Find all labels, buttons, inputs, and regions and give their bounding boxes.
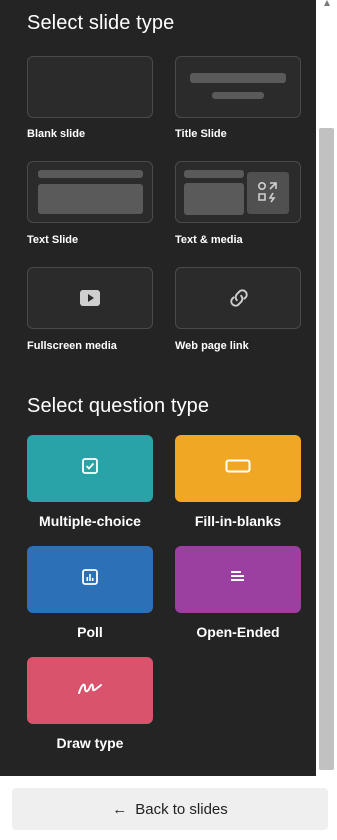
open-ended-label: Open-Ended	[196, 624, 280, 640]
web-link-label: Web page link	[175, 340, 249, 352]
text-media-label: Text & media	[175, 234, 243, 246]
blank-slide-label: Blank slide	[27, 128, 86, 140]
title-slide-tile[interactable]	[175, 56, 301, 118]
web-link-tile[interactable]	[175, 267, 301, 329]
draw-type-tile[interactable]	[27, 657, 153, 724]
blank-slide-tile[interactable]	[27, 56, 153, 118]
play-icon	[79, 289, 101, 312]
multiple-choice-tile[interactable]	[27, 435, 153, 502]
fullscreen-media-label: Fullscreen media	[27, 340, 117, 352]
scrollbar[interactable]	[316, 0, 337, 776]
slide-section-title: Select slide type	[27, 12, 175, 34]
text-lines-icon	[230, 570, 246, 589]
multiple-choice-label: Multiple-choice	[39, 513, 141, 529]
fullscreen-media-tile[interactable]	[27, 267, 153, 329]
link-icon	[226, 285, 252, 316]
title-slide-label: Title Slide	[175, 128, 227, 140]
scrollbar-thumb[interactable]	[319, 128, 334, 770]
text-slide-tile[interactable]	[27, 161, 153, 223]
scroll-up-arrow-icon[interactable]	[324, 0, 330, 6]
arrow-left-icon: ←	[112, 800, 128, 818]
fill-in-blanks-tile[interactable]	[175, 435, 301, 502]
media-icon	[256, 180, 280, 209]
bar-chart-icon	[82, 569, 98, 590]
text-slide-label: Text Slide	[27, 234, 79, 246]
text-media-tile[interactable]	[175, 161, 301, 223]
checkbox-icon	[82, 458, 98, 479]
question-section-title: Select question type	[27, 395, 210, 417]
slide-type-panel: Select slide type Blank slide Title Slid…	[0, 0, 316, 776]
squiggle-icon	[77, 680, 103, 701]
poll-tile[interactable]	[27, 546, 153, 613]
poll-label: Poll	[77, 624, 103, 640]
back-to-slides-button[interactable]: ← Back to slides	[12, 788, 328, 830]
blank-field-icon	[225, 459, 251, 478]
open-ended-tile[interactable]	[175, 546, 301, 613]
fill-in-blanks-label: Fill-in-blanks	[194, 513, 282, 529]
back-to-slides-label: Back to slides	[135, 800, 228, 818]
draw-type-label: Draw type	[56, 735, 124, 751]
